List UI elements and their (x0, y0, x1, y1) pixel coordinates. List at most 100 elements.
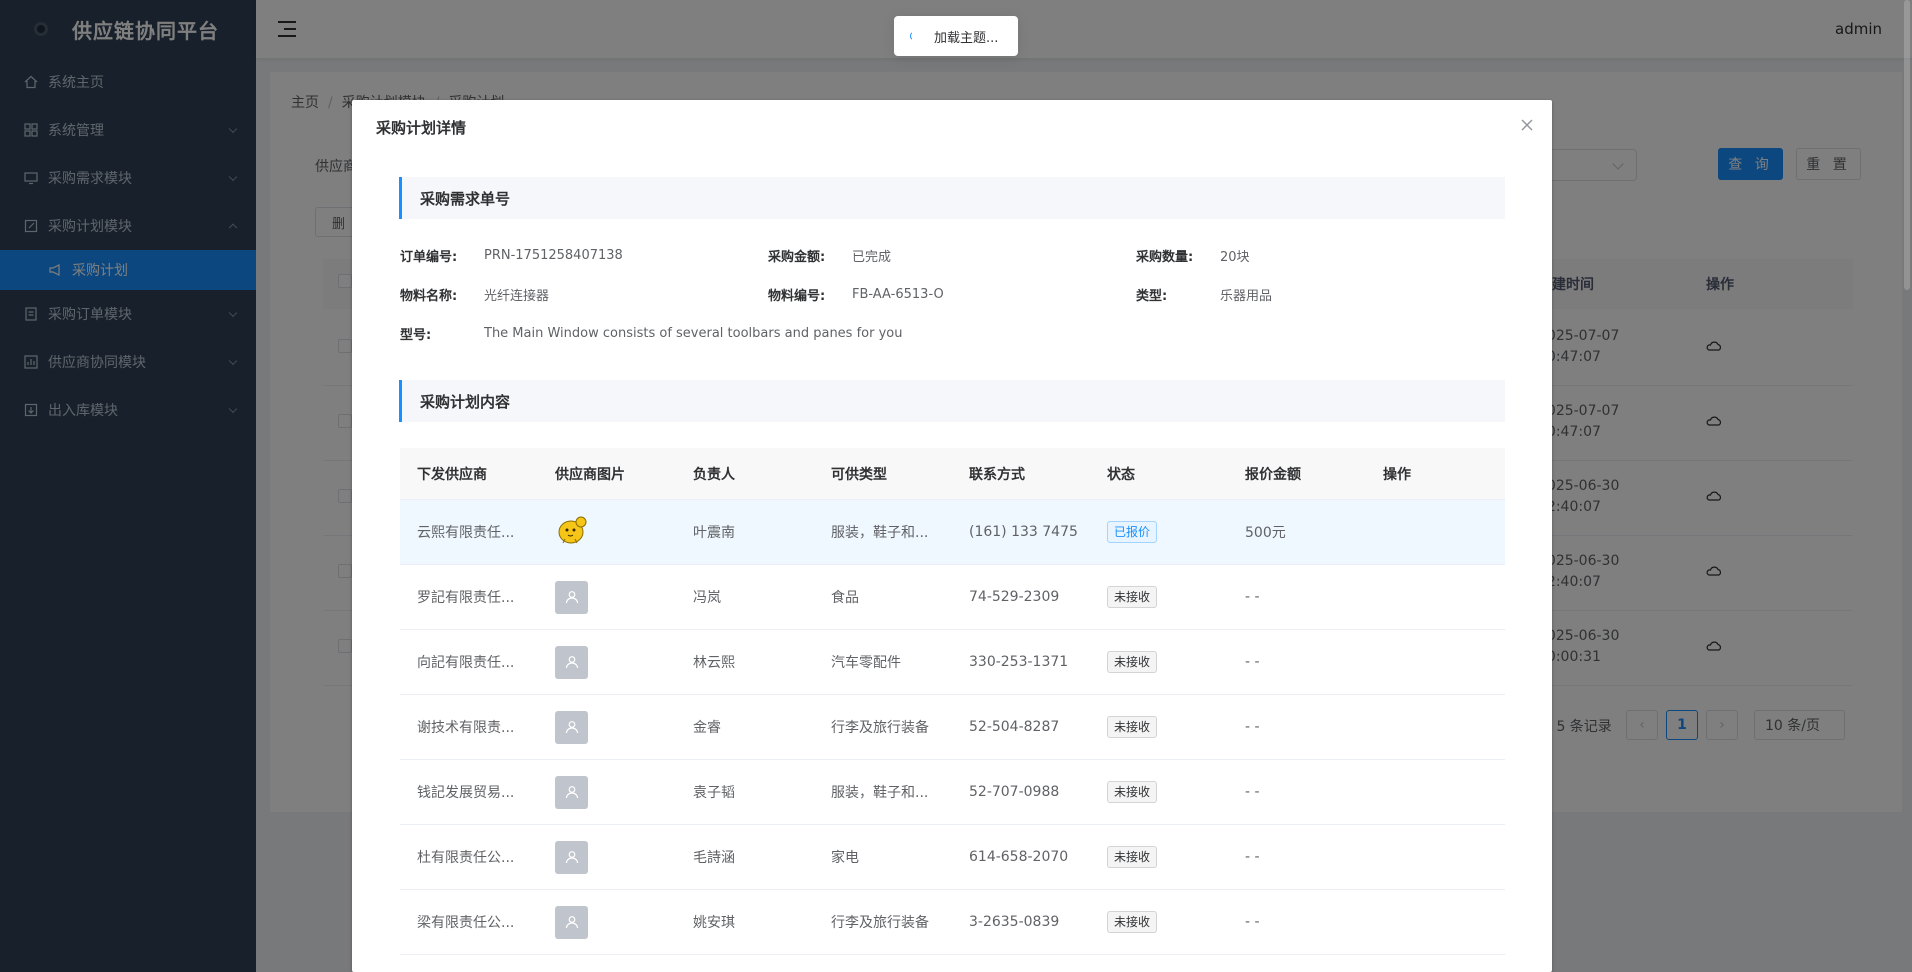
status-badge: 未接收 (1107, 911, 1158, 933)
table-row[interactable]: 向記有限责任... 林云熙 汽车零配件 330-253-1371 未接收 - - (400, 630, 1505, 695)
quote-amount: - - (1245, 589, 1260, 605)
supplier-image-cell (538, 645, 676, 679)
status-badge: 未接收 (1107, 846, 1158, 868)
table-row[interactable]: 谢技术有限责... 金睿 行李及旅行装备 52-504-8287 未接收 - - (400, 695, 1505, 760)
contact: 330-253-1371 (969, 654, 1069, 670)
status-cell: 未接收 (1090, 846, 1228, 868)
column-header: 可供类型 (831, 466, 887, 483)
detail-label: 订单编号: (400, 250, 458, 265)
supplier-name: 罗記有限责任... (417, 590, 515, 606)
detail-value: FB-AA-6513-O (852, 287, 944, 302)
status-badge: 未接收 (1107, 651, 1158, 673)
supplier-name: 谢技术有限责... (417, 720, 515, 736)
page-scrollbar[interactable] (1902, 0, 1912, 972)
owner-name: 金睿 (693, 720, 721, 736)
detail-label: 类型: (1136, 289, 1168, 304)
column-header: 操作 (1383, 466, 1411, 483)
user-placeholder-icon[interactable] (555, 775, 588, 809)
quote-amount: 500元 (1245, 525, 1286, 541)
quote-amount: - - (1245, 849, 1260, 865)
detail-material-name: 物料名称: 光纤连接器 (400, 285, 549, 304)
detail-value: PRN-1751258407138 (484, 248, 623, 263)
supplier-image-cell (538, 775, 676, 809)
detail-value: 20块 (1220, 250, 1250, 265)
status-badge: 未接收 (1107, 716, 1158, 738)
contact: 52-504-8287 (969, 719, 1060, 735)
user-placeholder-icon[interactable] (555, 840, 588, 874)
supply-type: 行李及旅行装备 (831, 720, 929, 736)
table-row[interactable]: 梁有限责任公... 姚安琪 行李及旅行装备 3-2635-0839 未接收 - … (400, 890, 1505, 955)
owner-name: 毛詩涵 (693, 850, 735, 866)
owner-name: 林云熙 (693, 655, 735, 671)
supply-type: 行李及旅行装备 (831, 915, 929, 931)
supply-type: 汽车零配件 (831, 655, 901, 671)
section-title: 采购需求单号 (399, 177, 1505, 219)
table-row[interactable]: 罗記有限责任... 冯岚 食品 74-529-2309 未接收 - - (400, 565, 1505, 630)
detail-value: 光纤连接器 (484, 289, 550, 304)
owner-name: 袁子韬 (693, 785, 735, 801)
status-badge: 未接收 (1107, 781, 1158, 803)
quote-amount: - - (1245, 654, 1260, 670)
supply-type: 家电 (831, 850, 859, 866)
detail-label: 型号: (400, 328, 432, 343)
dialog-title: 采购计划详情 (376, 119, 467, 137)
supplier-name: 云熙有限责任... (417, 525, 515, 541)
close-icon[interactable] (1520, 118, 1534, 132)
detail-model: 型号: The Main Window consists of several … (400, 324, 902, 343)
column-header: 供应商图片 (555, 466, 625, 483)
status-badge: 未接收 (1107, 586, 1158, 608)
loading-toast: 加载主题... (894, 16, 1018, 56)
column-header: 状态 (1107, 466, 1135, 483)
supplier-image-cell (538, 905, 676, 939)
supplier-name: 梁有限责任公... (417, 915, 515, 931)
supplier-avatar[interactable] (555, 513, 589, 547)
plan-detail-dialog: 采购计划详情 采购需求单号 订单编号: PRN-1751258407138 采购… (352, 100, 1552, 972)
status-cell: 未接收 (1090, 651, 1228, 673)
detail-value: 乐器用品 (1220, 289, 1273, 304)
status-cell: 未接收 (1090, 781, 1228, 803)
detail-type: 类型: 乐器用品 (1136, 285, 1272, 304)
supplier-name: 杜有限责任公... (417, 850, 515, 866)
table-row[interactable]: 杜有限责任公... 毛詩涵 家电 614-658-2070 未接收 - - (400, 825, 1505, 890)
column-header: 报价金额 (1245, 466, 1301, 483)
supplier-name: 向記有限责任... (417, 655, 515, 671)
detail-qty: 采购数量: 20块 (1136, 246, 1250, 265)
contact: 52-707-0988 (969, 784, 1060, 800)
supply-type: 服装，鞋子和... (831, 525, 929, 541)
detail-value: The Main Window consists of several tool… (484, 326, 903, 341)
detail-label: 采购金额: (768, 250, 826, 265)
detail-label: 物料名称: (400, 289, 458, 304)
status-badge: 已报价 (1107, 521, 1158, 543)
table-header-row: 下发供应商 供应商图片 负责人 可供类型 联系方式 状态 报价金额 操作 (400, 448, 1505, 500)
contact: 74-529-2309 (969, 589, 1060, 605)
contact: (161) 133 7475 (969, 524, 1078, 540)
status-cell: 已报价 (1090, 521, 1228, 543)
user-placeholder-icon[interactable] (555, 905, 588, 939)
detail-label: 采购数量: (1136, 250, 1194, 265)
table-row[interactable]: 钱記发展贸易... 袁子韬 服装，鞋子和... 52-707-0988 未接收 … (400, 760, 1505, 825)
detail-value: 已完成 (852, 250, 892, 265)
contact: 3-2635-0839 (969, 914, 1060, 930)
owner-name: 姚安琪 (693, 915, 735, 931)
user-placeholder-icon[interactable] (555, 645, 588, 679)
table-row[interactable]: 云熙有限责任... 叶震南 服装，鞋子和... (161) 133 7475 已… (400, 500, 1505, 565)
supply-type: 服装，鞋子和... (831, 785, 929, 801)
status-cell: 未接收 (1090, 911, 1228, 933)
supplier-image-cell (538, 580, 676, 614)
supplier-image-cell (538, 710, 676, 744)
status-cell: 未接收 (1090, 716, 1228, 738)
quote-amount: - - (1245, 719, 1260, 735)
owner-name: 冯岚 (693, 590, 721, 606)
supplier-image-cell (538, 840, 676, 874)
supplier-name: 钱記发展贸易... (417, 785, 515, 801)
user-placeholder-icon[interactable] (555, 580, 588, 614)
user-placeholder-icon[interactable] (555, 710, 588, 744)
spinner-icon (910, 31, 920, 41)
quote-amount: - - (1245, 784, 1260, 800)
plan-content-table: 下发供应商 供应商图片 负责人 可供类型 联系方式 状态 报价金额 操作 云熙有… (400, 448, 1505, 955)
supply-type: 食品 (831, 590, 859, 606)
supplier-image-cell (538, 513, 676, 551)
detail-amount: 采购金额: 已完成 (768, 246, 891, 265)
column-header: 下发供应商 (417, 466, 487, 483)
contact: 614-658-2070 (969, 849, 1069, 865)
